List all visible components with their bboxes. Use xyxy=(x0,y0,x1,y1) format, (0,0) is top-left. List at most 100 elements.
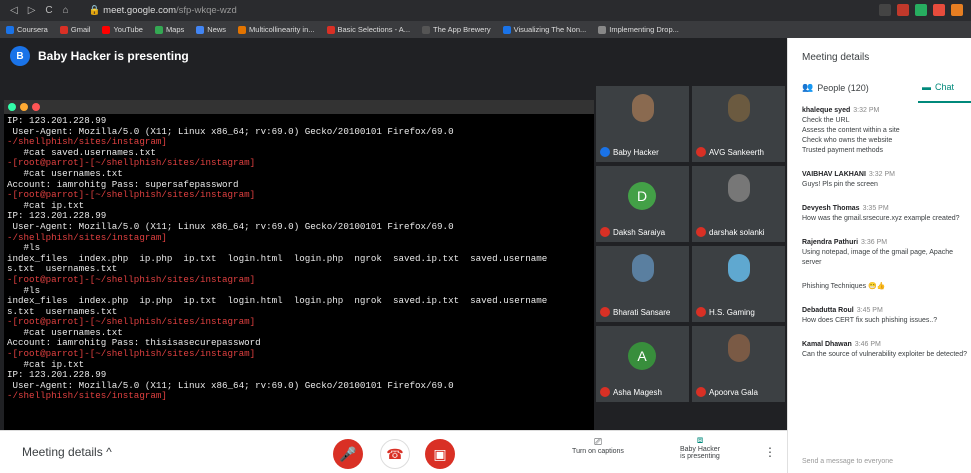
bookmark-item[interactable]: Maps xyxy=(154,25,185,34)
chat-sender-name: khaleque syed xyxy=(802,107,851,114)
bookmark-item[interactable]: Implementing Drop... xyxy=(598,25,679,34)
tab-chat[interactable]: ▬ Chat xyxy=(922,82,954,92)
participant-name: Asha Magesh xyxy=(613,387,662,397)
chat-sender-name: Devyesh Thomas xyxy=(802,205,860,212)
terminal-line: -[root@parrot]-[~/shellphish/sites/insta… xyxy=(7,273,256,285)
present-screen-icon: ⧈ xyxy=(696,435,704,446)
mic-off-icon xyxy=(696,387,706,397)
lock-icon: 🔒 xyxy=(88,5,104,16)
back-icon[interactable]: ◁ xyxy=(10,5,18,16)
terminal-line: -/shellphish/sites/instagram] xyxy=(7,231,167,243)
panel-tabs: 👥 People (120) ▬ Chat xyxy=(788,82,971,103)
bookmark-icon xyxy=(502,25,511,34)
participant-tile[interactable]: A Asha Magesh xyxy=(596,326,689,402)
chat-time: 3:36 PM xyxy=(861,239,888,246)
bookmark-label: Multicollinearity in... xyxy=(249,25,315,34)
chat-text: Check the URL xyxy=(802,117,850,124)
extension-icon[interactable] xyxy=(951,4,963,16)
extension-icon[interactable] xyxy=(897,4,909,16)
bookmark-item[interactable]: Coursera xyxy=(6,25,48,34)
leave-call-button[interactable]: ☎ xyxy=(380,439,410,469)
bookmark-item[interactable]: Visualizing The Non... xyxy=(502,25,587,34)
people-icon: 👥 xyxy=(802,82,814,92)
chat-sender: VAIBHAV LAKHANI 3:32 PM xyxy=(802,170,967,180)
bookmark-label: Maps xyxy=(165,25,185,34)
bookmark-item[interactable]: Basic Selections - A... xyxy=(326,25,410,34)
participant-photo xyxy=(728,174,750,202)
extension-icon[interactable] xyxy=(879,4,891,16)
bookmark-item[interactable]: Gmail xyxy=(59,25,90,34)
meet-window: ◁ ▷ C ⌂ 🔒 meet.google.com/sfp-wkqe-wzd C… xyxy=(0,0,971,473)
participant-avatar: A xyxy=(628,342,656,370)
participant-tile[interactable]: H.S. Gaming xyxy=(692,246,785,322)
bookmark-item[interactable]: News xyxy=(196,25,226,34)
captions-label: Turn on captions xyxy=(572,448,624,455)
participant-tile[interactable]: Apoorva Gala xyxy=(692,326,785,402)
chat-message: VAIBHAV LAKHANI 3:32 PM Guys! Pls pin the … xyxy=(802,170,967,190)
participant-name-tag: Apoorva Gala xyxy=(696,387,758,397)
terminal-line: #cat usernames.txt xyxy=(7,167,123,179)
participant-photo xyxy=(728,254,750,282)
participant-tile[interactable]: D Daksh Saraiya xyxy=(596,166,689,242)
participant-name-tag: Bharati Sansare xyxy=(600,307,670,317)
chat-text: How was the gmail.srsecure.xyz example c… xyxy=(802,215,960,222)
chat-text: Can the source of vulnerability exploite… xyxy=(802,351,967,358)
chat-message: Rajendra Pathuri 3:36 PM Using notepad, im… xyxy=(802,238,967,268)
participant-tile[interactable]: darshak solanki xyxy=(692,166,785,242)
bookmark-label: Visualizing The Non... xyxy=(513,25,587,34)
bookmark-label: YouTube xyxy=(113,25,143,34)
reload-icon[interactable]: C xyxy=(45,5,52,16)
bookmark-icon xyxy=(154,25,163,34)
terminal-output: IP: 123.201.228.99 User-Agent: Mozilla/5… xyxy=(4,114,594,404)
mic-off-icon xyxy=(696,147,706,157)
participant-tile[interactable]: AVG Sankeerth xyxy=(692,86,785,162)
chat-sender-name: Kamal Dhawan xyxy=(802,341,852,348)
chat-message: Kamal Dhawan 3:46 PM Can the source of vul… xyxy=(802,340,967,360)
bookmark-item[interactable]: YouTube xyxy=(102,25,143,34)
terminal-titlebar xyxy=(4,100,594,114)
participant-avatar: D xyxy=(628,182,656,210)
extension-icon[interactable] xyxy=(933,4,945,16)
browser-toolbar: ◁ ▷ C ⌂ 🔒 meet.google.com/sfp-wkqe-wzd xyxy=(0,0,971,21)
shared-screen: IP: 123.201.228.99 User-Agent: Mozilla/5… xyxy=(4,100,594,430)
bookmark-label: Coursera xyxy=(17,25,48,34)
bookmark-item[interactable]: Multicollinearity in... xyxy=(238,25,315,34)
tab-chat-label: Chat xyxy=(935,82,955,92)
captions-icon: ⎚ xyxy=(594,437,602,448)
camera-off-button[interactable]: ▣ xyxy=(425,439,455,469)
bookmark-icon xyxy=(422,25,431,34)
bookmark-icon xyxy=(238,25,247,34)
meeting-details-label: Meeting details xyxy=(22,445,103,459)
participant-tile[interactable]: Bharati Sansare xyxy=(596,246,689,322)
chat-sender: Rajendra Pathuri 3:36 PM xyxy=(802,238,967,248)
participant-photo xyxy=(728,334,750,362)
bookmark-icon xyxy=(326,25,335,34)
terminal-line: -[root@parrot]-[~/shellphish/sites/insta… xyxy=(7,189,256,201)
tab-people-label: People (120) xyxy=(817,82,869,93)
captions-button[interactable]: ⎚ Turn on captions xyxy=(560,437,636,455)
bookmark-item[interactable]: The App Brewery xyxy=(422,25,491,34)
chat-input[interactable]: Send a message to everyone xyxy=(802,458,893,465)
chat-text: Using notepad, image of the gmail page, … xyxy=(802,249,953,266)
extension-icon[interactable] xyxy=(915,4,927,16)
more-options-icon[interactable]: ⋮ xyxy=(764,445,776,459)
home-icon[interactable]: ⌂ xyxy=(63,5,69,16)
chat-sender-name: Rajendra Pathuri xyxy=(802,239,859,246)
panel-title: Meeting details xyxy=(802,52,870,63)
tab-people[interactable]: 👥 People (120) xyxy=(802,82,869,93)
participant-name-tag: darshak solanki xyxy=(696,227,765,237)
chat-sender: Debadutta Roul 3:45 PM xyxy=(802,306,967,316)
forward-icon[interactable]: ▷ xyxy=(28,5,36,16)
chat-sender-name: Debadutta Roul xyxy=(802,307,854,314)
presenting-button[interactable]: ⧈ Baby Hacker is presenting xyxy=(660,435,740,460)
chat-time: 3:46 PM xyxy=(854,341,881,348)
mic-off-button[interactable]: 🎤 xyxy=(333,439,363,469)
participant-photo xyxy=(632,254,654,282)
participant-tile[interactable]: Baby Hacker xyxy=(596,86,689,162)
address-bar[interactable]: 🔒 meet.google.com/sfp-wkqe-wzd xyxy=(89,5,237,16)
presenting-line-1: Baby Hacker xyxy=(679,446,721,453)
participant-name: Baby Hacker xyxy=(613,147,659,157)
meeting-details-button[interactable]: Meeting details ^ xyxy=(22,445,112,459)
camera-off-icon: ▣ xyxy=(433,445,447,462)
chat-text: Trusted payment methods xyxy=(802,147,884,154)
